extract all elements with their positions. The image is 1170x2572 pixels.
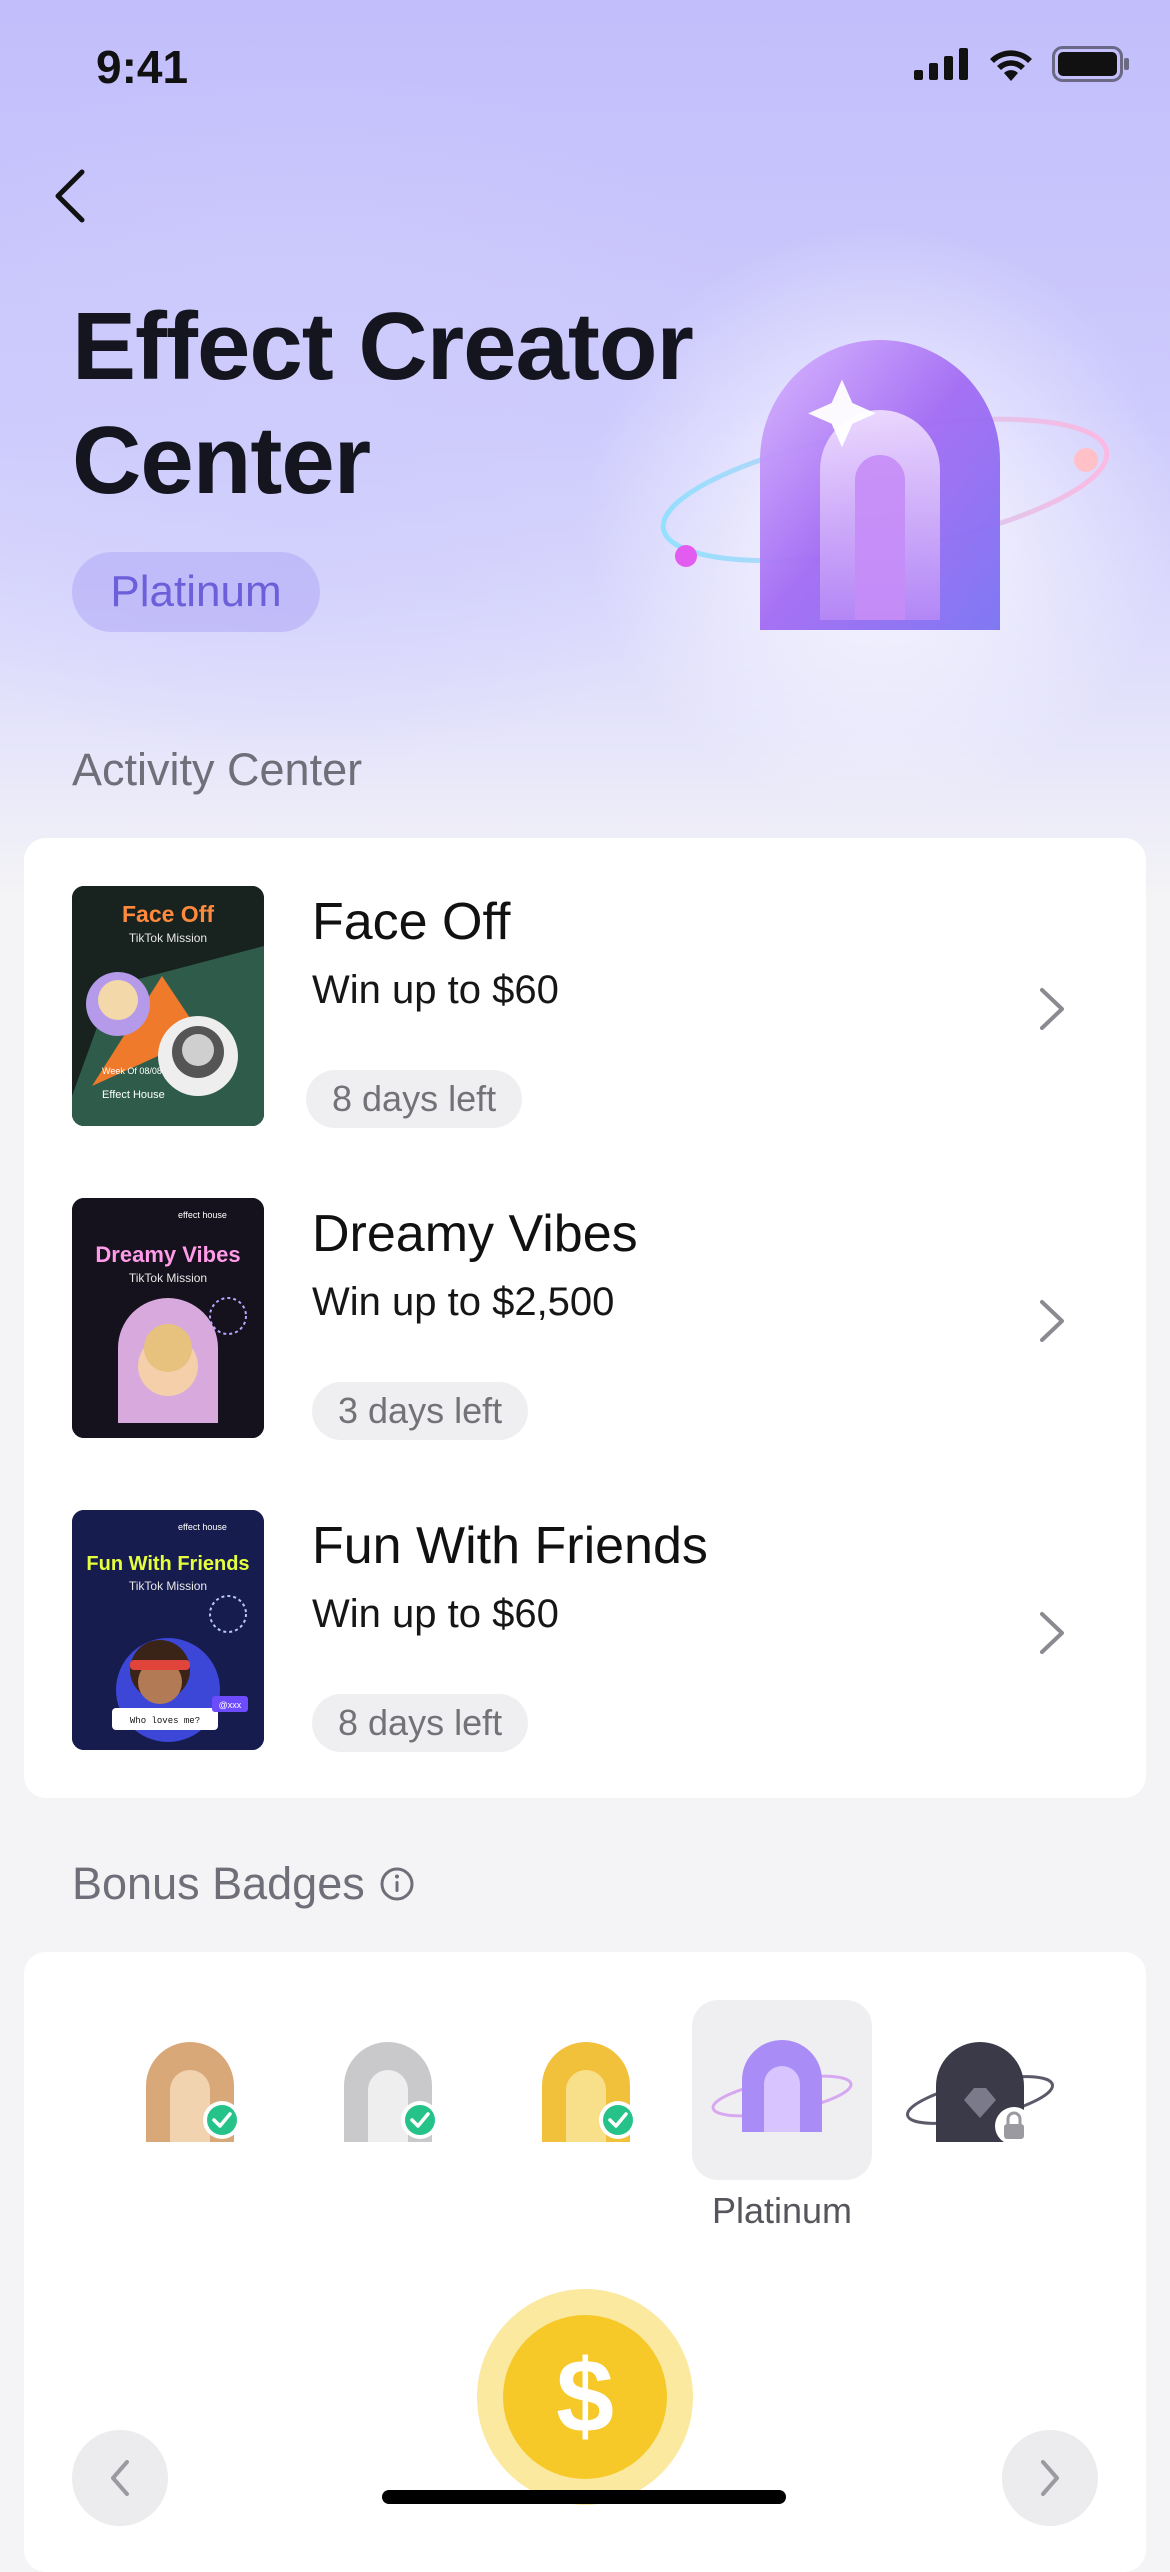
- fun-thumb-brand: effect house: [178, 1522, 227, 1532]
- check-icon: [405, 2105, 435, 2135]
- platinum-badge-illustration: [660, 340, 1110, 630]
- days-left-badge: 8 days left: [312, 1694, 529, 1752]
- signal-icon: [914, 48, 968, 80]
- back-button[interactable]: [46, 164, 94, 228]
- dreamy-thumb-heading: Dreamy Vibes: [95, 1242, 240, 1267]
- fun-with-friends-artwork: effect house Fun With Friends TikTok Mis…: [72, 1510, 264, 1750]
- dreamy-thumb-brand: effect house: [178, 1210, 227, 1220]
- fun-thumb-sub: TikTok Mission: [129, 1579, 207, 1593]
- activity-title: Fun With Friends: [312, 1517, 708, 1575]
- activity-prize: Win up to $60: [312, 1592, 559, 1636]
- dollar-coin-icon: $: [477, 2289, 693, 2505]
- face-off-thumb-heading: Face Off: [122, 901, 214, 927]
- activity-prize: Win up to $2,500: [312, 1280, 615, 1324]
- status-time: 9:41: [96, 41, 189, 93]
- battery-icon: [1052, 46, 1129, 82]
- coin-symbol: $: [556, 2339, 614, 2455]
- face-off-thumb-sub: TikTok Mission: [129, 931, 207, 945]
- diamond-badge-icon[interactable]: [890, 2000, 1070, 2180]
- fun-with-friends-thumbnail: effect house Fun With Friends TikTok Mis…: [72, 1510, 264, 1750]
- check-icon: [207, 2105, 237, 2135]
- days-left-badge: 3 days left: [312, 1382, 529, 1440]
- chevron-left-icon: [111, 2460, 129, 2496]
- info-icon[interactable]: [379, 1866, 415, 1902]
- fun-thumb-heading: Fun With Friends: [86, 1553, 249, 1575]
- activity-center-heading: Activity Center: [72, 744, 363, 795]
- dreamy-thumb-sub: TikTok Mission: [129, 1271, 207, 1285]
- activity-prize: Win up to $60: [312, 968, 559, 1012]
- chevron-right-icon[interactable]: [1032, 1606, 1072, 1660]
- face-off-thumbnail: Face Off TikTok Mission Week Of 08/08 Ef…: [72, 886, 264, 1126]
- gold-badge-icon[interactable]: [496, 2000, 676, 2180]
- selected-badge-label: Platinum: [711, 2190, 853, 2231]
- chevron-right-icon: [1041, 2460, 1059, 2496]
- activity-item-dreamy-vibes[interactable]: effect house Dreamy Vibes TikTok Mission…: [72, 1198, 1072, 1440]
- days-left-badge: 8 days left: [306, 1070, 523, 1128]
- home-indicator: [382, 2490, 786, 2504]
- face-off-artwork: Face Off TikTok Mission Week Of 08/08 Ef…: [72, 886, 264, 1126]
- status-icons: [914, 46, 1130, 82]
- activity-title: Dreamy Vibes: [312, 1205, 638, 1263]
- face-off-thumb-week: Week Of 08/08: [102, 1066, 162, 1076]
- dreamy-vibes-artwork: effect house Dreamy Vibes TikTok Mission: [72, 1198, 264, 1438]
- check-icon: [603, 2105, 633, 2135]
- tier-badge: Platinum: [72, 552, 320, 632]
- previous-button[interactable]: [72, 2430, 168, 2526]
- activity-title: Face Off: [312, 893, 511, 951]
- wifi-icon: [990, 50, 1032, 81]
- chevron-right-icon[interactable]: [1032, 982, 1072, 1036]
- bonus-badges-label: Bonus Badges: [72, 1858, 365, 1909]
- platinum-badge-icon[interactable]: [692, 2000, 872, 2180]
- next-button[interactable]: [1002, 2430, 1098, 2526]
- chevron-left-icon: [55, 169, 85, 223]
- activity-item-fun-with-friends[interactable]: effect house Fun With Friends TikTok Mis…: [72, 1510, 1072, 1752]
- fun-thumb-tag: @xxx: [219, 1700, 242, 1710]
- fun-thumb-bubble: Who loves me?: [130, 1716, 200, 1726]
- activity-item-face-off[interactable]: Face Off TikTok Mission Week Of 08/08 Ef…: [72, 886, 1072, 1128]
- dreamy-vibes-thumbnail: effect house Dreamy Vibes TikTok Mission: [72, 1198, 264, 1438]
- bronze-badge-icon[interactable]: [100, 2000, 280, 2180]
- face-off-thumb-footer: Effect House: [102, 1089, 165, 1101]
- chevron-right-icon[interactable]: [1032, 1294, 1072, 1348]
- silver-badge-icon[interactable]: [298, 2000, 478, 2180]
- bonus-badges-heading: Bonus Badges: [72, 1858, 415, 1910]
